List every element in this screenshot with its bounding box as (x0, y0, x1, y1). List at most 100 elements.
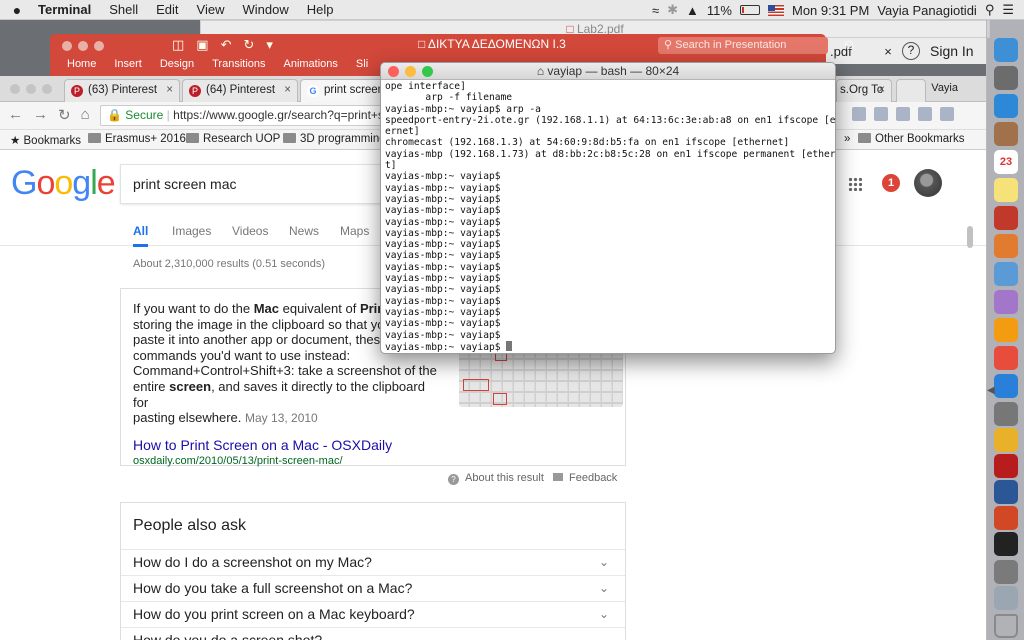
tab-images[interactable]: Images (172, 224, 211, 238)
battery-icon[interactable] (739, 5, 760, 15)
paa-question[interactable]: How do you take a full screenshot on a M… (121, 575, 625, 601)
address-bar[interactable]: 🔒 Secure | https://www.google.gr/search?… (100, 105, 390, 126)
acrobat-icon[interactable] (994, 454, 1018, 478)
terminal-titlebar[interactable]: ⌂ vayiap — bash — 80×24 (381, 63, 835, 80)
spotlight-search-icon[interactable]: ⚲ (985, 2, 995, 18)
about-this-result[interactable]: ? About this result (448, 472, 544, 485)
menu-app-name[interactable]: Terminal (34, 2, 100, 17)
ppt-minimize-button[interactable] (78, 41, 88, 51)
bookmarks-star-item[interactable]: ★ Bookmarks (10, 133, 81, 147)
app-store-icon[interactable] (994, 374, 1018, 398)
terminal-icon[interactable] (994, 532, 1018, 556)
downloads-stack-icon[interactable] (994, 560, 1018, 584)
powerpoint-icon[interactable] (994, 506, 1018, 530)
chrome-close-button[interactable] (10, 84, 20, 94)
tab-close-icon[interactable]: × (878, 80, 885, 101)
volume-icon[interactable]: ▲ (686, 3, 699, 18)
ribbon-tab-insert[interactable]: Insert (105, 58, 151, 70)
calendar-icon[interactable]: 23 (994, 150, 1018, 174)
reload-icon[interactable]: ↻ (58, 106, 71, 124)
forward-arrow-icon[interactable]: → (33, 106, 48, 124)
tab-all[interactable]: All (133, 224, 149, 247)
us-flag-icon[interactable] (767, 4, 784, 16)
tab-maps[interactable]: Maps (340, 224, 369, 238)
terminal-window[interactable]: ⌂ vayiap — bash — 80×24 ope interface] a… (380, 62, 836, 354)
bluetooth-icon[interactable]: ✱ (667, 2, 678, 18)
menu-edit[interactable]: Edit (147, 2, 187, 17)
terminal-output[interactable]: ope interface] arp -f filename vayias-mbp… (381, 80, 835, 353)
notifications-badge[interactable]: 1 (882, 174, 900, 192)
music-icon[interactable] (994, 346, 1018, 370)
system-preferences-icon[interactable] (994, 402, 1018, 426)
customize-icon[interactable]: ▾ (266, 37, 273, 53)
chrome-zoom-button[interactable] (42, 84, 52, 94)
extension-icon[interactable] (852, 107, 866, 121)
extension-icon[interactable] (874, 107, 888, 121)
bookmark-erasmus[interactable]: Erasmus+ 2016 (88, 133, 186, 145)
redo-icon[interactable]: ↻ (244, 37, 255, 53)
ribbon-tab-home[interactable]: Home (50, 58, 105, 70)
ribbon-tab-slideshow[interactable]: Sli (347, 58, 377, 70)
result-link[interactable]: How to Print Screen on a Mac - OSXDaily (133, 437, 392, 453)
notes-icon[interactable] (994, 178, 1018, 202)
pdf-tab-close-icon[interactable]: × (874, 44, 902, 59)
chrome-minimize-button[interactable] (26, 84, 36, 94)
clock[interactable]: Mon 9:31 PM (792, 3, 869, 18)
avatar[interactable] (914, 169, 942, 197)
bookmark-other[interactable]: Other Bookmarks (858, 133, 964, 145)
terminal-zoom-button[interactable] (422, 66, 433, 77)
google-search-input[interactable]: print screen mac (120, 164, 390, 204)
tab-close-icon[interactable]: × (166, 80, 173, 101)
apple-menu-icon[interactable]: ● (0, 2, 34, 18)
google-logo[interactable]: Google (11, 164, 116, 203)
trash-icon[interactable] (994, 614, 1018, 638)
sign-in-button[interactable]: Sign In (930, 43, 974, 59)
finder-icon[interactable] (994, 38, 1018, 62)
tab-google-search[interactable]: Gprint screen (300, 79, 384, 102)
menu-view[interactable]: View (188, 2, 234, 17)
paa-question[interactable]: How do I do a screenshot on my Mac? ⌄ (121, 549, 625, 575)
keyboard-image[interactable] (459, 349, 623, 407)
menu-window[interactable]: Window (234, 2, 298, 17)
new-tab-button[interactable] (896, 79, 926, 102)
wifi-icon[interactable]: ≈ (652, 3, 659, 18)
documents-stack-icon[interactable] (994, 586, 1018, 610)
extension-icon[interactable] (896, 107, 910, 121)
page-scrollbar[interactable] (967, 226, 973, 248)
google-apps-icon[interactable] (848, 177, 862, 191)
notification-center-icon[interactable]: ☰ (1002, 2, 1014, 18)
tab-pinterest-63[interactable]: P (63) Pinterest × (64, 79, 180, 102)
feedback-link[interactable]: Feedback (553, 472, 617, 484)
ppt-search-field[interactable]: ⚲ Search in Presentation (658, 37, 828, 54)
undo-icon[interactable]: ↶ (221, 37, 232, 53)
user-name[interactable]: Vayia Panagiotidi (877, 3, 977, 18)
ribbon-tab-transitions[interactable]: Transitions (203, 58, 274, 70)
home-icon[interactable]: ⌂ (81, 106, 90, 124)
paa-question[interactable]: How do you do a screen shot? ⌄ (121, 627, 625, 640)
feedback-smiley-icon[interactable]: ☺ (842, 36, 856, 52)
chrome-profile-name[interactable]: Vayia (931, 82, 958, 94)
tab-news[interactable]: News (289, 224, 319, 238)
help-icon[interactable]: ? (902, 42, 920, 60)
extension-icon[interactable] (918, 107, 932, 121)
terminal-minimize-button[interactable] (405, 66, 416, 77)
bookmark-research-uop[interactable]: Research UOP (186, 133, 280, 145)
ppt-close-button[interactable] (62, 41, 72, 51)
launchpad-icon[interactable] (994, 66, 1018, 90)
menu-help[interactable]: Help (298, 2, 343, 17)
ribbon-tab-design[interactable]: Design (151, 58, 203, 70)
chrome-icon[interactable] (994, 428, 1018, 452)
bookmark-3d-programming[interactable]: 3D programming (283, 133, 386, 145)
tab-pinterest-64[interactable]: P (64) Pinterest × (182, 79, 298, 102)
ribbon-tab-animations[interactable]: Animations (275, 58, 347, 70)
tab-videos[interactable]: Videos (232, 224, 268, 238)
menu-shell[interactable]: Shell (100, 2, 147, 17)
back-arrow-icon[interactable]: ← (8, 106, 23, 124)
contacts-icon[interactable] (994, 122, 1018, 146)
tab-org[interactable]: s.Org To × (836, 79, 892, 102)
bookmarks-overflow-chevron[interactable]: » (844, 133, 850, 145)
extension-icon[interactable] (940, 107, 954, 121)
word-icon[interactable] (994, 480, 1018, 504)
maps-icon[interactable] (994, 262, 1018, 286)
terminal-close-button[interactable] (388, 66, 399, 77)
